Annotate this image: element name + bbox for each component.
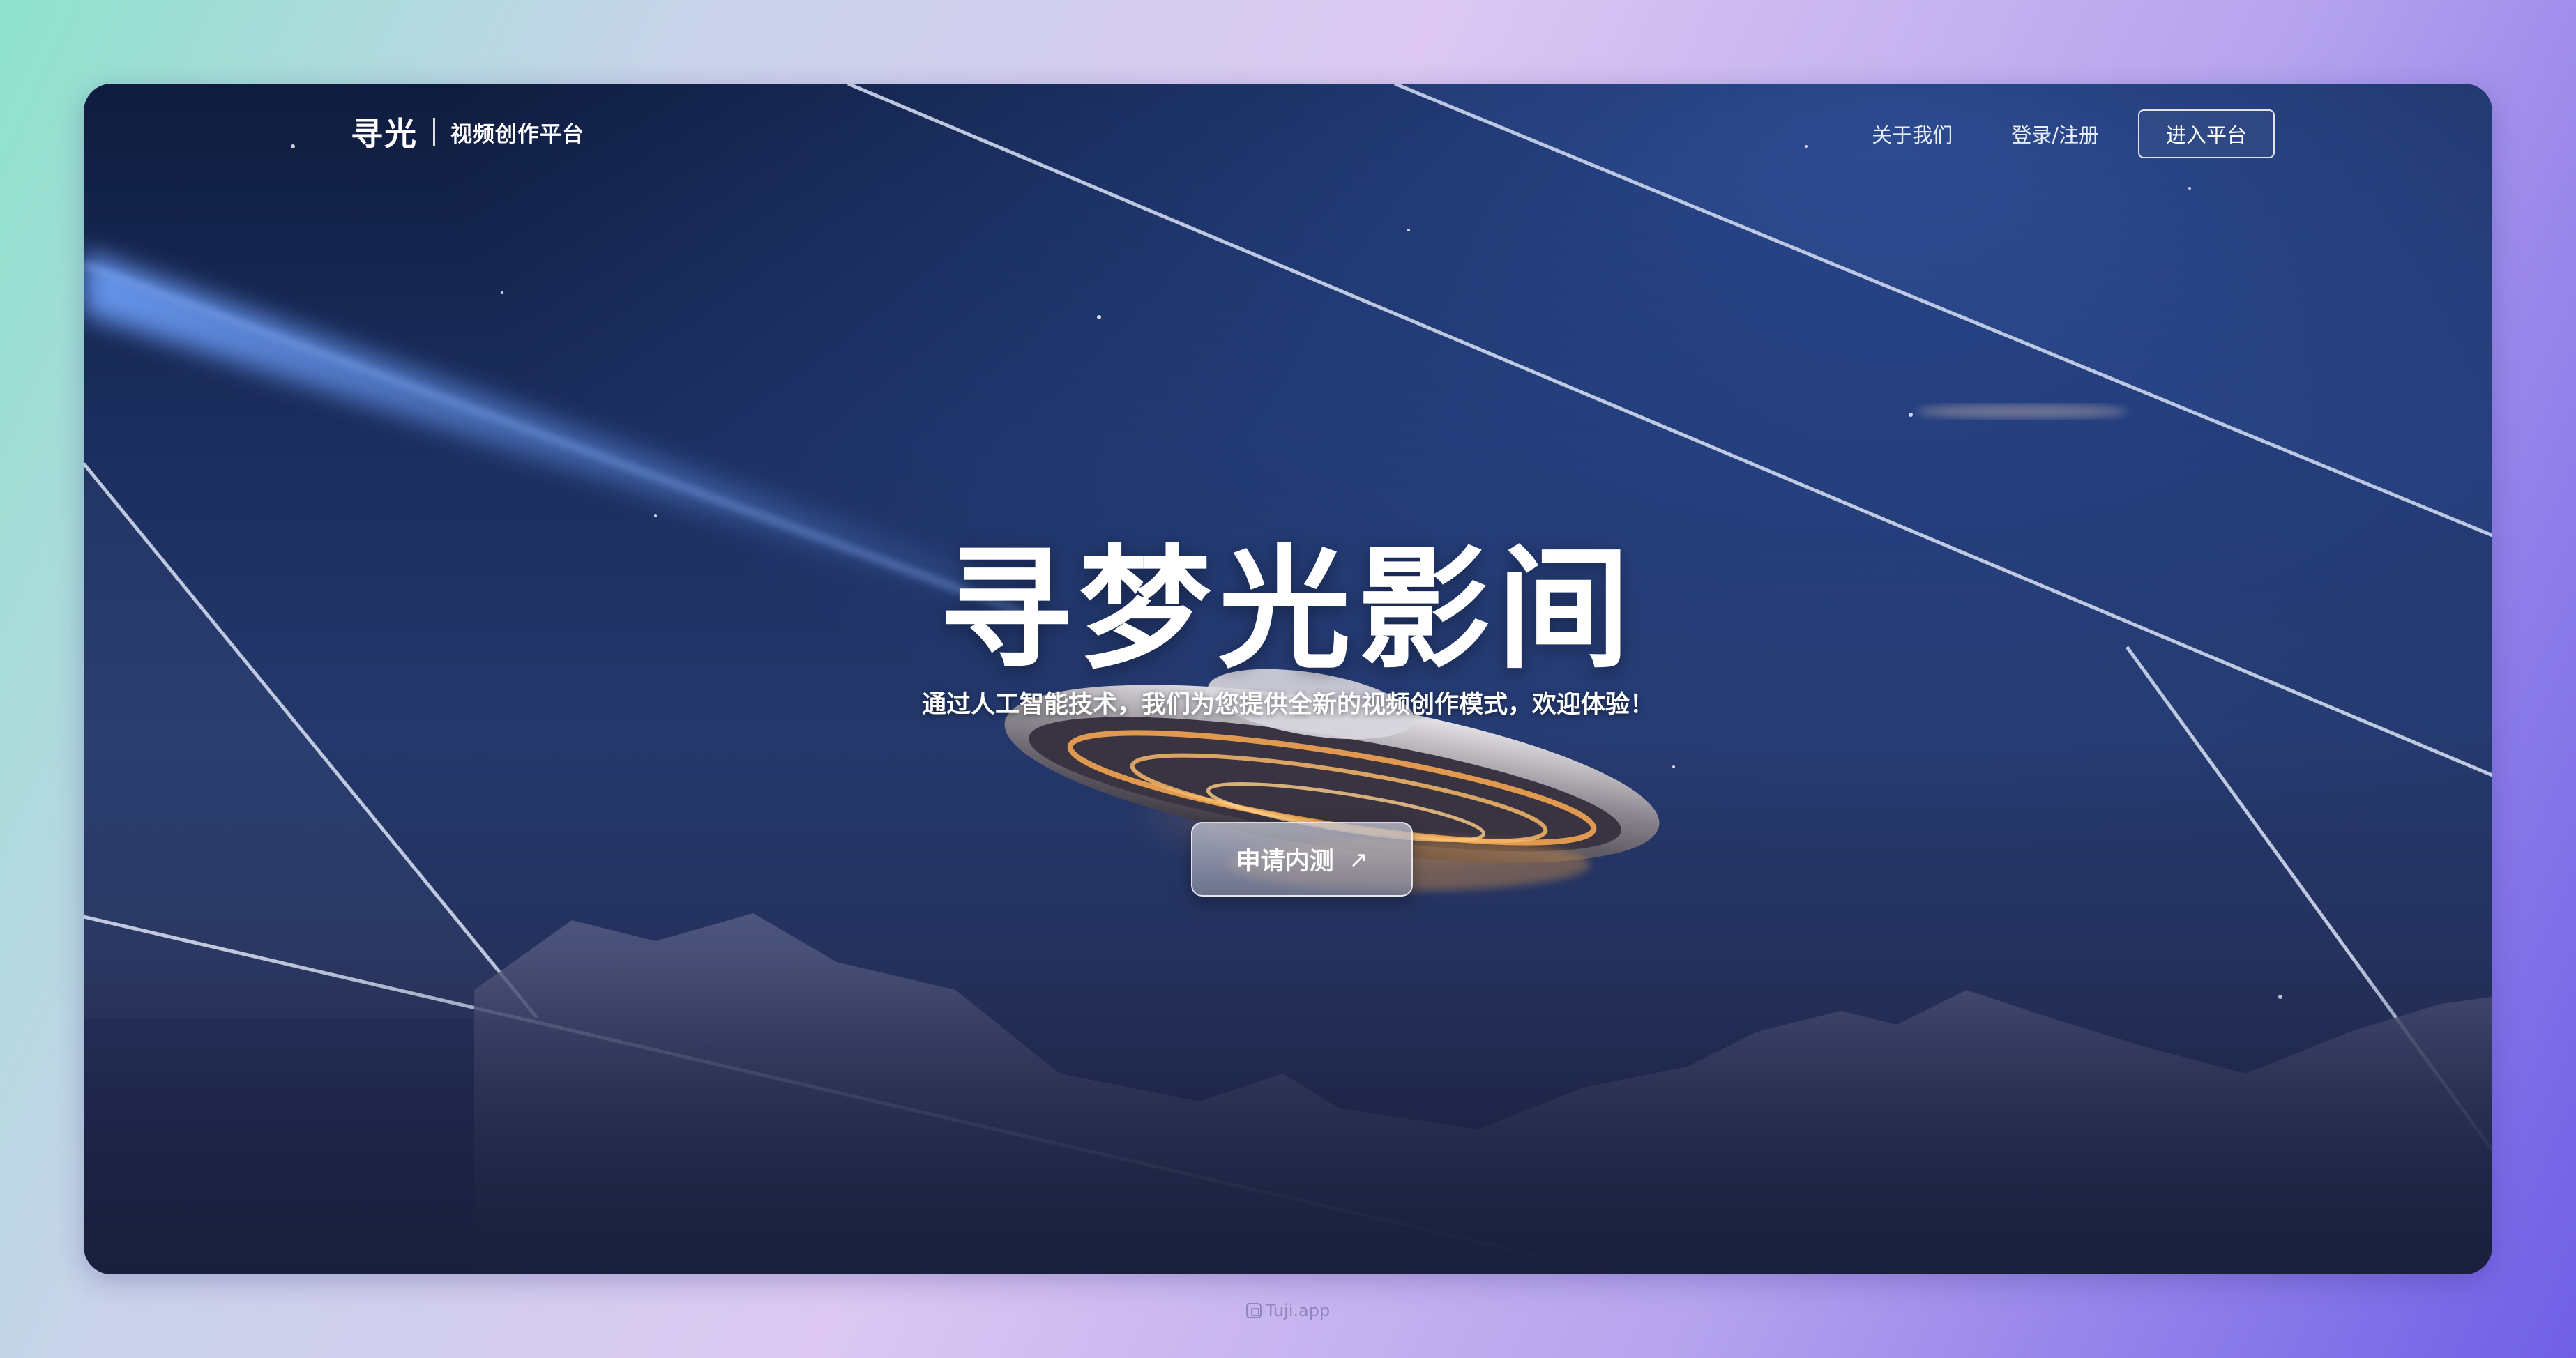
top-nav: 关于我们 登录/注册 进入平台 xyxy=(1872,109,2275,158)
hero-frame: 寻光 视频创作平台 关于我们 登录/注册 进入平台 寻梦光影间 通过人工智能技术… xyxy=(84,84,2492,1274)
arrow-up-right-icon: ↗ xyxy=(1349,846,1368,873)
hero-title: 寻梦光影间 xyxy=(939,533,1637,687)
enter-platform-button[interactable]: 进入平台 xyxy=(2137,109,2275,158)
nav-link-login-register[interactable]: 登录/注册 xyxy=(2011,119,2099,148)
apply-beta-label: 申请内测 xyxy=(1236,848,1334,876)
nav-link-about[interactable]: 关于我们 xyxy=(1872,119,1953,148)
watermark: Tuji.app xyxy=(0,1301,2576,1320)
logo-divider xyxy=(433,118,435,146)
tuji-logo-icon xyxy=(1245,1303,1262,1318)
platform-name: 视频创作平台 xyxy=(450,121,584,147)
hero-subtitle: 通过人工智能技术，我们为您提供全新的视频创作模式，欢迎体验！ xyxy=(921,691,1654,719)
watermark-text: Tuji.app xyxy=(1265,1301,1331,1320)
brand-logo[interactable]: 寻光 视频创作平台 xyxy=(351,109,584,155)
apply-beta-button[interactable]: 申请内测 ↗ xyxy=(1191,822,1413,897)
logo-text: 寻光 xyxy=(351,115,418,153)
